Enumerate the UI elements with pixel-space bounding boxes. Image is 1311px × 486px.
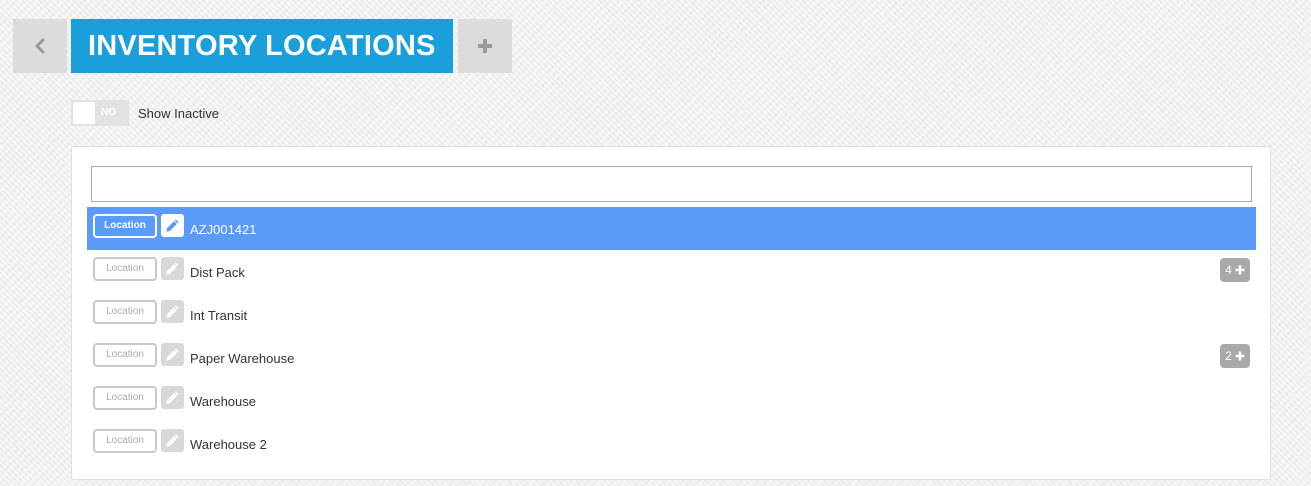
locations-list: Location AZJ001421 Location Dist Pack 4 Locat… xyxy=(87,207,1256,465)
page-header: INVENTORY LOCATIONS xyxy=(13,19,512,73)
location-name: Warehouse xyxy=(190,394,256,409)
list-item[interactable]: Location Int Transit xyxy=(87,293,1256,336)
show-inactive-label: Show Inactive xyxy=(138,105,219,121)
location-type-button[interactable]: Location xyxy=(93,256,157,281)
child-count: 2 xyxy=(1225,349,1232,363)
chevron-left-icon xyxy=(35,38,45,54)
back-button[interactable] xyxy=(13,19,67,73)
plus-icon xyxy=(1235,265,1245,275)
page-title-box: INVENTORY LOCATIONS xyxy=(71,19,453,73)
edit-button[interactable] xyxy=(161,386,184,409)
pencil-icon xyxy=(166,434,179,447)
list-item[interactable]: Location Paper Warehouse 2 xyxy=(87,336,1256,379)
location-name: Warehouse 2 xyxy=(190,437,267,452)
add-location-button[interactable] xyxy=(457,19,512,73)
edit-button[interactable] xyxy=(161,257,184,280)
pencil-icon xyxy=(166,219,179,232)
pencil-icon xyxy=(166,391,179,404)
list-item[interactable]: Location Warehouse 2 xyxy=(87,422,1256,465)
list-item[interactable]: Location AZJ001421 xyxy=(87,207,1256,250)
search-input[interactable] xyxy=(91,166,1252,202)
edit-button[interactable] xyxy=(161,343,184,366)
plus-icon xyxy=(1235,351,1245,361)
location-type-button[interactable]: Location xyxy=(93,299,157,324)
edit-button[interactable] xyxy=(161,300,184,323)
pencil-icon xyxy=(166,305,179,318)
location-type-button[interactable]: Location xyxy=(93,342,157,367)
child-count-badge[interactable]: 4 xyxy=(1220,258,1250,282)
location-name: AZJ001421 xyxy=(190,222,257,237)
location-name: Paper Warehouse xyxy=(190,351,295,366)
edit-button[interactable] xyxy=(161,429,184,452)
toggle-state-label: NO xyxy=(101,107,116,118)
list-item[interactable]: Location Dist Pack 4 xyxy=(87,250,1256,293)
location-type-button[interactable]: Location xyxy=(93,213,157,238)
location-name: Dist Pack xyxy=(190,265,245,280)
location-type-button[interactable]: Location xyxy=(93,385,157,410)
list-item[interactable]: Location Warehouse xyxy=(87,379,1256,422)
plus-icon xyxy=(477,39,492,53)
pencil-icon xyxy=(166,348,179,361)
child-count: 4 xyxy=(1225,263,1232,277)
toggle-knob xyxy=(73,102,95,124)
page-title: INVENTORY LOCATIONS xyxy=(88,29,436,62)
pencil-icon xyxy=(166,262,179,275)
location-type-button[interactable]: Location xyxy=(93,428,157,453)
show-inactive-row: NO Show Inactive xyxy=(71,100,219,126)
show-inactive-toggle[interactable]: NO xyxy=(71,100,129,126)
location-name: Int Transit xyxy=(190,308,248,323)
child-count-badge[interactable]: 2 xyxy=(1220,344,1250,368)
locations-panel: Location AZJ001421 Location Dist Pack 4 Locat… xyxy=(71,146,1271,480)
edit-button[interactable] xyxy=(161,214,184,237)
